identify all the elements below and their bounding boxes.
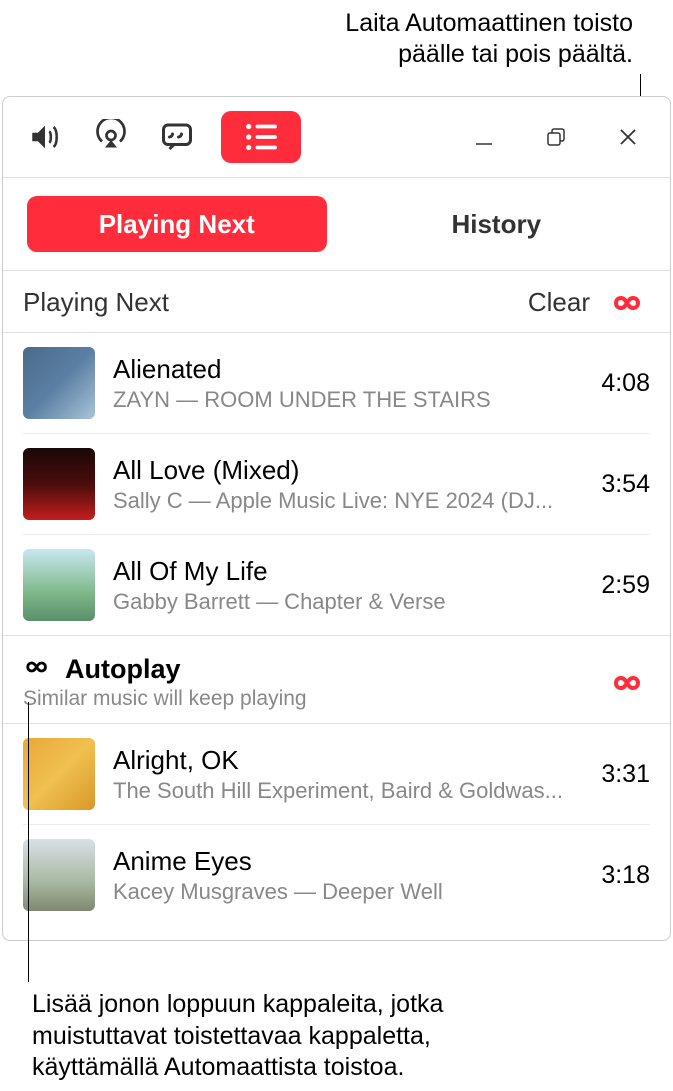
clear-button[interactable]: Clear	[528, 287, 590, 318]
track-duration: 2:59	[601, 571, 650, 600]
track-subtitle: The South Hill Experiment, Baird & Goldw…	[113, 778, 583, 804]
queue-section-header: Playing Next Clear	[3, 271, 670, 333]
autoplay-toggle[interactable]	[610, 291, 650, 315]
track-row[interactable]: Alright, OK The South Hill Experiment, B…	[23, 724, 650, 825]
section-title-label: Playing Next	[23, 287, 528, 318]
autoplay-list: Alright, OK The South Hill Experiment, B…	[3, 724, 670, 925]
track-duration: 4:08	[601, 369, 650, 398]
album-artwork	[23, 347, 95, 419]
maximize-icon[interactable]	[534, 115, 578, 159]
callout-top-text: Laita Automaattinen toisto päälle tai po…	[345, 8, 633, 71]
track-duration: 3:54	[601, 470, 650, 499]
track-subtitle: ZAYN — ROOM UNDER THE STAIRS	[113, 387, 583, 413]
autoplay-section-header: Autoplay Similar music will keep playing	[3, 635, 670, 724]
album-artwork	[23, 549, 95, 621]
track-title: All Love (Mixed)	[113, 455, 583, 486]
track-row[interactable]: All Love (Mixed) Sally C — Apple Music L…	[23, 434, 650, 535]
track-title: All Of My Life	[113, 556, 583, 587]
track-title: Alienated	[113, 354, 583, 385]
autoplay-title-label: Autoplay	[65, 654, 181, 685]
lyrics-icon[interactable]	[155, 115, 199, 159]
track-row[interactable]: Anime Eyes Kacey Musgraves — Deeper Well…	[23, 825, 650, 925]
track-row[interactable]: Alienated ZAYN — ROOM UNDER THE STAIRS 4…	[23, 333, 650, 434]
track-row[interactable]: All Of My Life Gabby Barrett — Chapter &…	[23, 535, 650, 635]
track-subtitle: Kacey Musgraves — Deeper Well	[113, 879, 583, 905]
autoplay-section-toggle[interactable]	[610, 671, 650, 695]
track-duration: 3:18	[601, 861, 650, 890]
player-window: Playing Next History Playing Next Clear …	[2, 96, 671, 941]
queue-button[interactable]	[221, 111, 301, 163]
tabs: Playing Next History	[3, 178, 670, 271]
infinity-icon	[23, 657, 55, 682]
track-title: Anime Eyes	[113, 846, 583, 877]
callout-bottom-line	[28, 702, 29, 982]
track-subtitle: Sally C — Apple Music Live: NYE 2024 (DJ…	[113, 488, 583, 514]
volume-icon[interactable]	[23, 115, 67, 159]
track-title: Alright, OK	[113, 745, 583, 776]
tab-history[interactable]: History	[347, 196, 647, 252]
minimize-icon[interactable]	[462, 115, 506, 159]
album-artwork	[23, 839, 95, 911]
toolbar	[3, 97, 670, 178]
album-artwork	[23, 738, 95, 810]
tab-playing-next[interactable]: Playing Next	[27, 196, 327, 252]
album-artwork	[23, 448, 95, 520]
airplay-icon[interactable]	[89, 115, 133, 159]
close-icon[interactable]	[606, 115, 650, 159]
autoplay-subtitle: Similar music will keep playing	[23, 687, 610, 711]
track-duration: 3:31	[601, 760, 650, 789]
track-subtitle: Gabby Barrett — Chapter & Verse	[113, 589, 583, 615]
callout-bottom-text: Lisää jonon loppuun kappaleita, jotka mu…	[32, 989, 443, 1083]
up-next-list: Alienated ZAYN — ROOM UNDER THE STAIRS 4…	[3, 333, 670, 635]
